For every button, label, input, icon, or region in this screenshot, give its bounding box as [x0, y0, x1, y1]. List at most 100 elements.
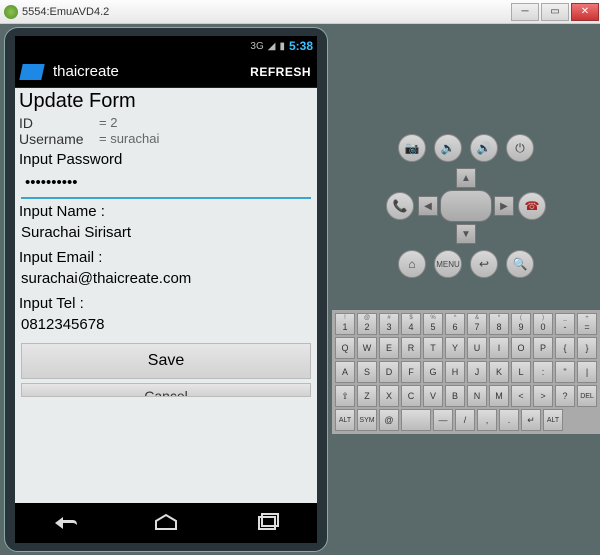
key-6[interactable]: ^6	[445, 313, 465, 335]
tel-input[interactable]: 0812345678	[15, 312, 317, 337]
hw-search-button[interactable]: 🔍	[506, 250, 534, 278]
key-@[interactable]: @	[379, 409, 399, 431]
key-P[interactable]: P	[533, 337, 553, 359]
end-call-button[interactable]: ☎	[518, 192, 546, 220]
volume-up-button[interactable]: 🔊	[470, 134, 498, 162]
key-V[interactable]: V	[423, 385, 443, 407]
key-J[interactable]: J	[467, 361, 487, 383]
key-8[interactable]: *8	[489, 313, 509, 335]
clock: 5:38	[289, 39, 313, 53]
key-SYM[interactable]: SYM	[357, 409, 377, 431]
key-:[interactable]: :	[533, 361, 553, 383]
app-title: thaicreate	[53, 63, 250, 80]
username-row: Username = surachai	[15, 131, 317, 147]
dpad-down[interactable]: ▼	[456, 224, 476, 244]
id-label: ID	[19, 115, 99, 131]
key-T[interactable]: T	[423, 337, 443, 359]
emulator-body: 3G ◢ ▮ 5:38 thaicreate REFRESH Update Fo…	[0, 24, 600, 555]
hardware-buttons: 📷 🔉 🔊 ⏻ 📞 ▲ ◀ ▶ ▼ ☎ ⌂	[386, 134, 546, 278]
key-del[interactable]: DEL	[577, 385, 597, 407]
home-button[interactable]	[152, 513, 180, 533]
key-.[interactable]: .	[499, 409, 519, 431]
hw-back-button[interactable]: ↩	[470, 250, 498, 278]
key-C[interactable]: C	[401, 385, 421, 407]
password-input[interactable]: ••••••••••	[21, 168, 311, 199]
key-space[interactable]	[401, 409, 431, 431]
camera-button[interactable]: 📷	[398, 134, 426, 162]
key--[interactable]: _-	[555, 313, 575, 335]
key-R[interactable]: R	[401, 337, 421, 359]
key-3[interactable]: #3	[379, 313, 399, 335]
key-↵[interactable]: ↵	[521, 409, 541, 431]
dpad-center[interactable]	[440, 190, 492, 222]
minimize-button[interactable]: ─	[511, 3, 539, 21]
key-{[interactable]: {	[555, 337, 575, 359]
call-button[interactable]: 📞	[386, 192, 414, 220]
key-"[interactable]: "	[555, 361, 575, 383]
recent-button[interactable]	[253, 513, 281, 533]
name-input[interactable]: Surachai Sirisart	[15, 220, 317, 245]
hw-home-button[interactable]: ⌂	[398, 250, 426, 278]
hardware-keyboard: !1@2#3$4%5^6&7*8(9)0_-+= QWERTYUIOP{} AS…	[332, 310, 600, 434]
key-B[interactable]: B	[445, 385, 465, 407]
power-button[interactable]: ⏻	[506, 134, 534, 162]
form-area: Update Form ID = 2 Username = surachai I…	[15, 88, 317, 503]
dpad-up[interactable]: ▲	[456, 168, 476, 188]
key-|[interactable]: |	[577, 361, 597, 383]
key-M[interactable]: M	[489, 385, 509, 407]
key-I[interactable]: I	[489, 337, 509, 359]
signal-icon: ◢	[268, 41, 276, 52]
key-?[interactable]: ?	[555, 385, 575, 407]
key-K[interactable]: K	[489, 361, 509, 383]
hw-menu-button[interactable]: MENU	[434, 250, 462, 278]
key-H[interactable]: H	[445, 361, 465, 383]
key-Q[interactable]: Q	[335, 337, 355, 359]
key-W[interactable]: W	[357, 337, 377, 359]
key-}[interactable]: }	[577, 337, 597, 359]
key-Z[interactable]: Z	[357, 385, 377, 407]
username-value: = surachai	[99, 131, 159, 147]
key-5[interactable]: %5	[423, 313, 443, 335]
key-—[interactable]: —	[433, 409, 453, 431]
cancel-button[interactable]: Cancel	[21, 383, 311, 397]
app-header: thaicreate REFRESH	[15, 56, 317, 88]
key-4[interactable]: $4	[401, 313, 421, 335]
key-O[interactable]: O	[511, 337, 531, 359]
key-ALT[interactable]: ALT	[335, 409, 355, 431]
key-=[interactable]: +=	[577, 313, 597, 335]
key-<[interactable]: <	[511, 385, 531, 407]
key-7[interactable]: &7	[467, 313, 487, 335]
save-button[interactable]: Save	[21, 343, 311, 379]
key-D[interactable]: D	[379, 361, 399, 383]
key-X[interactable]: X	[379, 385, 399, 407]
key-9[interactable]: (9	[511, 313, 531, 335]
refresh-button[interactable]: REFRESH	[250, 65, 311, 79]
key-2[interactable]: @2	[357, 313, 377, 335]
volume-down-button[interactable]: 🔉	[434, 134, 462, 162]
key-F[interactable]: F	[401, 361, 421, 383]
key-/[interactable]: /	[455, 409, 475, 431]
back-button[interactable]	[51, 513, 79, 533]
key-G[interactable]: G	[423, 361, 443, 383]
key-A[interactable]: A	[335, 361, 355, 383]
key-E[interactable]: E	[379, 337, 399, 359]
key-Y[interactable]: Y	[445, 337, 465, 359]
key-S[interactable]: S	[357, 361, 377, 383]
email-input[interactable]: surachai@thaicreate.com	[15, 266, 317, 291]
key-L[interactable]: L	[511, 361, 531, 383]
key-,[interactable]: ,	[477, 409, 497, 431]
close-button[interactable]: ✕	[571, 3, 599, 21]
username-label: Username	[19, 131, 99, 147]
dpad-right[interactable]: ▶	[494, 196, 514, 216]
key-ALT[interactable]: ALT	[543, 409, 563, 431]
maximize-button[interactable]: ▭	[541, 3, 569, 21]
key->[interactable]: >	[533, 385, 553, 407]
dpad-left[interactable]: ◀	[418, 196, 438, 216]
key-N[interactable]: N	[467, 385, 487, 407]
password-label: Input Password	[15, 147, 317, 168]
key-0[interactable]: )0	[533, 313, 553, 335]
key-1[interactable]: !1	[335, 313, 355, 335]
key-U[interactable]: U	[467, 337, 487, 359]
nav-bar	[15, 503, 317, 543]
key-shift[interactable]: ⇧	[335, 385, 355, 407]
